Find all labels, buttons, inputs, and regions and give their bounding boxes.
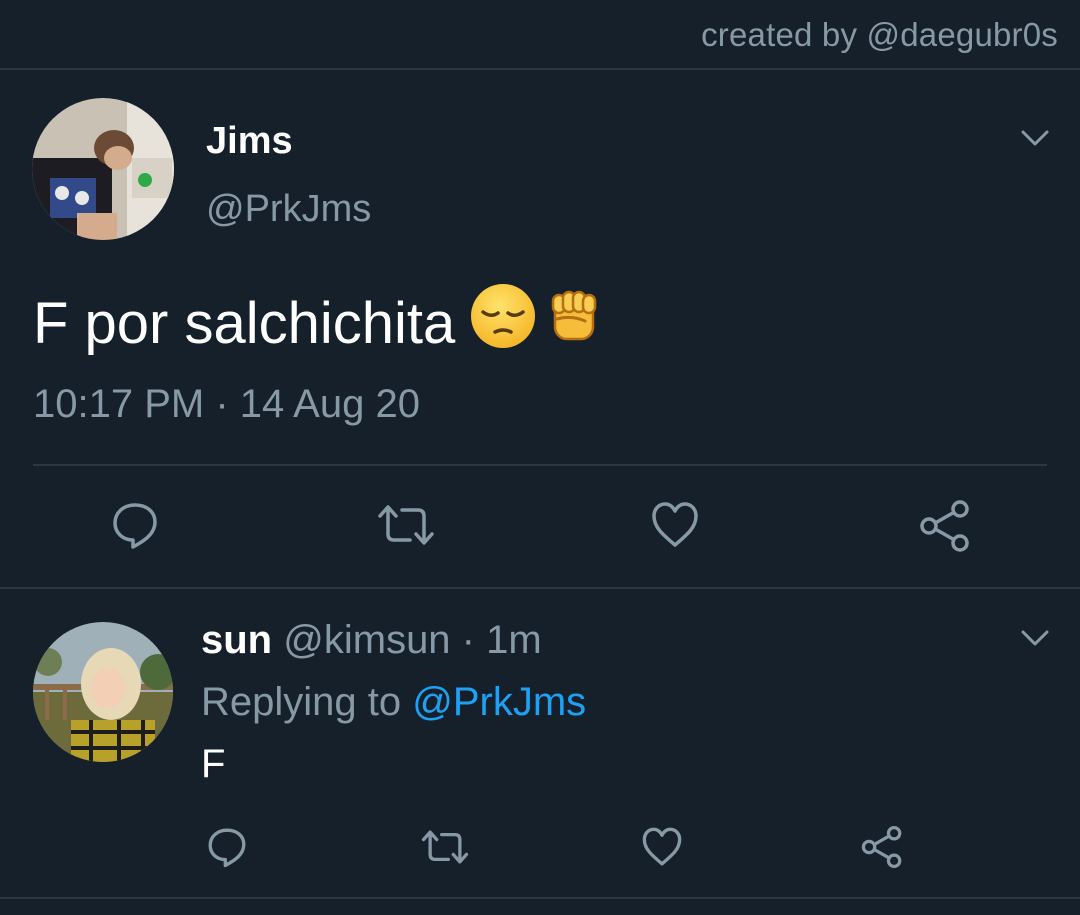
reply-header: sun @kimsun · 1m xyxy=(201,618,542,663)
retweet-icon[interactable] xyxy=(376,502,436,548)
replying-to-line: Replying to @PrkJms xyxy=(201,680,586,725)
divider xyxy=(0,587,1080,589)
reply-author-display-name[interactable]: sun xyxy=(201,618,272,662)
tweet-detail-screen: created by @daegubr0s Jims @PrkJms F por… xyxy=(0,0,1080,915)
reply-author-avatar[interactable] xyxy=(33,622,173,762)
author-avatar[interactable] xyxy=(32,98,174,240)
credit-watermark: created by @daegubr0s xyxy=(701,16,1058,53)
divider xyxy=(0,68,1080,70)
chevron-down-icon[interactable] xyxy=(1020,128,1050,148)
tweet-body: F por salchichita xyxy=(33,282,605,364)
share-icon[interactable] xyxy=(918,500,972,552)
like-heart-icon[interactable] xyxy=(641,826,683,868)
reply-author-handle-time[interactable]: @kimsun · 1m xyxy=(283,618,541,662)
reply-icon[interactable] xyxy=(110,500,160,550)
reply-text: F xyxy=(201,742,226,786)
author-handle[interactable]: @PrkJms xyxy=(206,188,371,231)
divider xyxy=(33,464,1047,466)
chevron-down-icon[interactable] xyxy=(1020,628,1050,648)
retweet-icon[interactable] xyxy=(420,828,470,866)
tweet-timestamp[interactable]: 10:17 PM · 14 Aug 20 xyxy=(33,382,420,427)
reply-icon[interactable] xyxy=(206,826,248,868)
share-icon[interactable] xyxy=(860,826,904,868)
author-display-name[interactable]: Jims xyxy=(206,120,293,163)
replying-to-label: Replying to xyxy=(201,680,402,724)
raised-fist-emoji xyxy=(543,285,605,361)
divider xyxy=(0,897,1080,899)
pensive-face-emoji xyxy=(469,282,537,364)
tweet-text: F por salchichita xyxy=(33,290,456,356)
like-heart-icon[interactable] xyxy=(650,500,700,550)
replying-to-mention-link[interactable]: @PrkJms xyxy=(412,680,586,724)
